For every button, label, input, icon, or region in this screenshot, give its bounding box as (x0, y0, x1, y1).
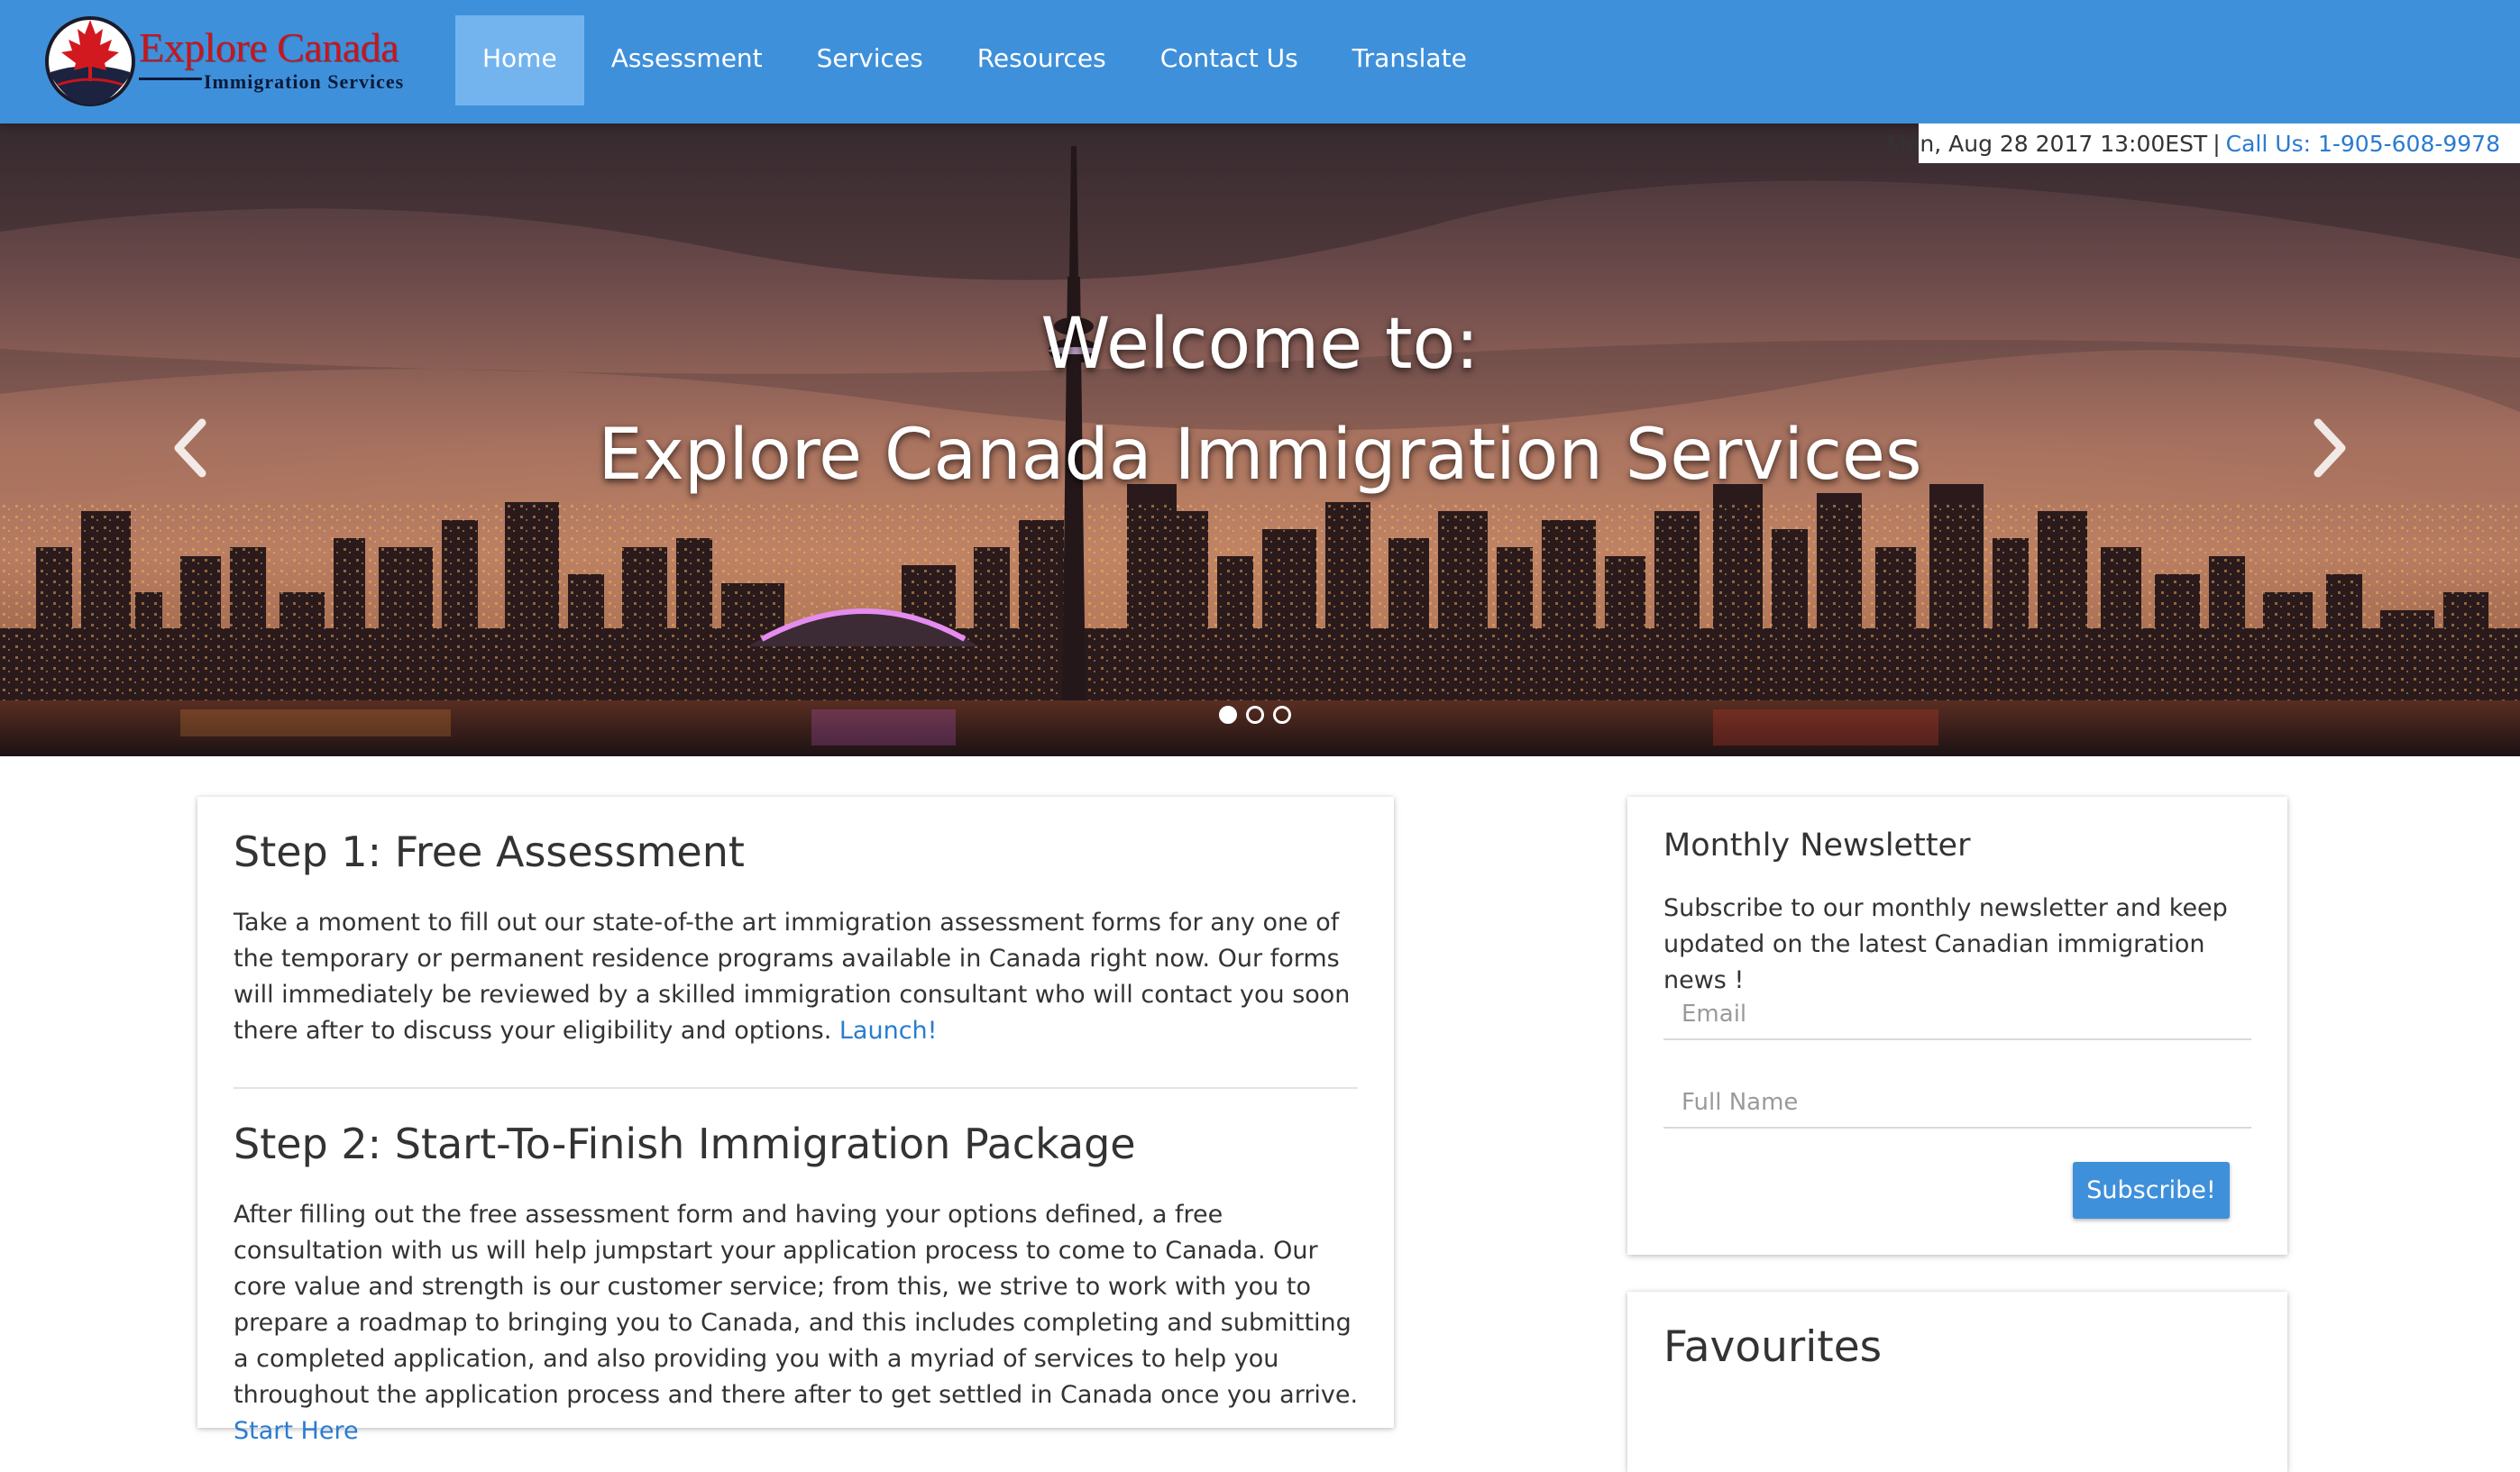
nav-resources[interactable]: Resources (950, 15, 1133, 105)
step2-start-link[interactable]: Start Here (234, 1417, 359, 1445)
carousel-dot[interactable] (1246, 706, 1264, 724)
step2-text: After filling out the free assessment fo… (234, 1201, 1359, 1409)
subscribe-button[interactable]: Subscribe! (2073, 1162, 2230, 1219)
call-us-link[interactable]: Call Us: 1-905-608-9978 (2226, 131, 2500, 157)
nav-contact-us[interactable]: Contact Us (1133, 15, 1325, 105)
steps-divider (234, 1087, 1358, 1089)
step1-body: Take a moment to fill out our state-of-t… (234, 905, 1370, 1049)
step1-launch-link[interactable]: Launch! (839, 1017, 938, 1045)
newsletter-card: Monthly Newsletter Subscribe to our mont… (1627, 797, 2287, 1255)
current-datetime: Mon, Aug 28 2017 13:00EST (1886, 130, 2208, 157)
hero-welcome-text: Welcome to: (1040, 304, 1480, 385)
carousel-indicators (1219, 706, 1291, 724)
newsletter-title: Monthly Newsletter (1663, 827, 1971, 864)
date-phone-bar: Mon, Aug 28 2017 13:00EST | Call Us: 1-9… (1887, 123, 2520, 163)
email-field[interactable] (1663, 990, 2251, 1040)
favourites-card: Favourites (1627, 1292, 2287, 1472)
carousel-dot[interactable] (1273, 706, 1291, 724)
datebar-separator: | (2213, 130, 2221, 157)
nav-services[interactable]: Services (790, 15, 950, 105)
logo-subtitle: Immigration Services (204, 70, 405, 93)
nav-assessment[interactable]: Assessment (584, 15, 790, 105)
full-name-field[interactable] (1663, 1078, 2251, 1129)
favourites-title: Favourites (1663, 1322, 1883, 1372)
carousel-next-icon[interactable] (2304, 412, 2358, 484)
carousel-prev-icon[interactable] (162, 412, 216, 484)
hero-carousel: Welcome to: Explore Canada Immigration S… (0, 123, 2520, 756)
step1-text: Take a moment to fill out our state-of-t… (234, 909, 1351, 1045)
step2-title: Step 2: Start-To-Finish Immigration Pack… (234, 1120, 1136, 1168)
logo-title: Explore Canada (139, 24, 399, 70)
carousel-dot[interactable] (1219, 706, 1237, 724)
steps-card: Step 1: Free Assessment Take a moment to… (197, 797, 1394, 1445)
top-navbar: Explore Canada Immigration Services Home… (0, 0, 2520, 123)
nav-home[interactable]: Home (455, 15, 584, 105)
site-logo[interactable]: Explore Canada Immigration Services (45, 11, 433, 112)
maple-leaf-globe-icon (45, 16, 135, 106)
nav-translate[interactable]: Translate (1325, 15, 1494, 105)
newsletter-description: Subscribe to our monthly newsletter and … (1663, 894, 2228, 994)
logo-rule (139, 78, 202, 80)
step1-title: Step 1: Free Assessment (234, 827, 745, 876)
main-nav: Home Assessment Services Resources Conta… (455, 15, 1494, 105)
hero-company-name: Explore Canada Immigration Services (598, 415, 1922, 496)
step2-body: After filling out the free assessment fo… (234, 1197, 1370, 1449)
